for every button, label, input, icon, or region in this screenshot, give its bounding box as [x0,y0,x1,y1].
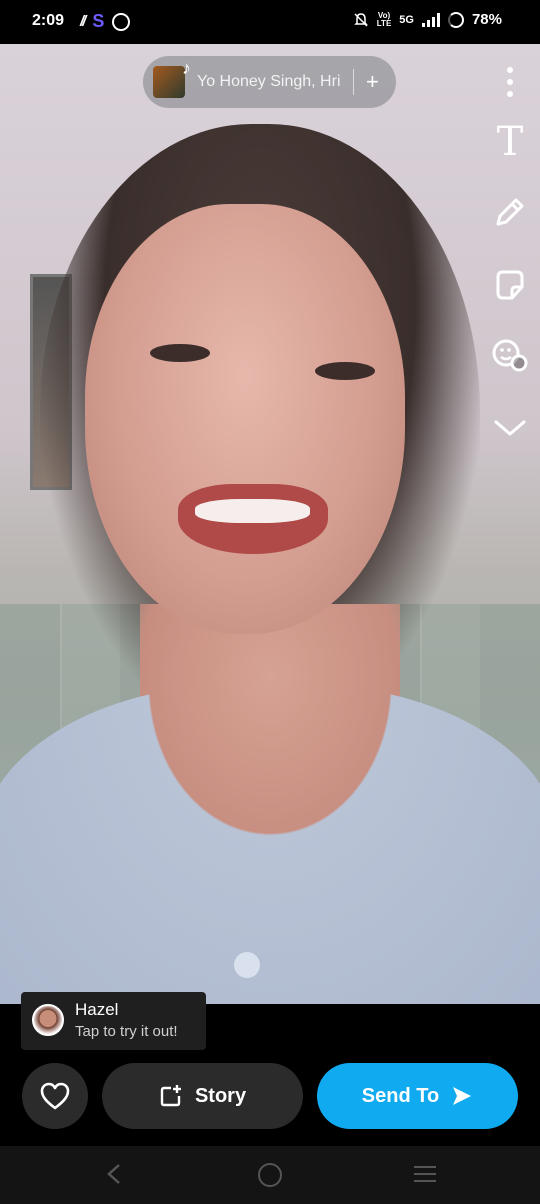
music-note-icon: ♪ [182,58,191,78]
music-divider [353,69,354,95]
shirt-button [234,952,260,978]
sticker-icon[interactable] [490,265,530,305]
lens-name: Hazel [75,1000,119,1019]
battery-level: 78% [471,11,502,28]
music-chip[interactable]: ♪ Yo Honey Singh, Hri + [143,56,396,108]
subject-eye-right [315,362,375,380]
app-s-icon: S [92,11,105,31]
whatsapp-icon [112,12,131,31]
signal-icon [421,12,440,27]
album-art: ♪ [153,58,191,98]
favorite-button[interactable] [22,1063,88,1129]
nfc-icon: // [80,13,87,30]
action-bar: Story Send To [0,1050,540,1146]
heart-icon [40,1082,70,1110]
pencil-icon[interactable] [490,192,530,232]
mute-bell-icon [353,12,368,27]
lens-avatar [32,1004,64,1036]
recents-icon[interactable] [414,1166,436,1187]
send-to-button[interactable]: Send To [317,1063,518,1129]
system-nav-bar [0,1146,540,1204]
system-icons: Vo) LTE 5G 78% [353,11,502,28]
subject-shirt [0,684,540,1004]
battery-icon [447,11,464,28]
chevron-down-icon[interactable] [490,408,530,448]
lens-emoji-icon[interactable] [490,335,530,375]
status-bar: 2:09 // S Vo) LTE 5G 78% [0,0,540,44]
add-music-button[interactable]: + [366,71,379,93]
network-type: 5G [399,13,414,26]
send-arrow-icon [453,1087,472,1105]
back-icon[interactable] [104,1162,124,1186]
subject-face [85,204,405,634]
status-time: 2:09 [32,12,65,29]
music-title: Yo Honey Singh, Hri [197,73,341,90]
lens-hint-text: Tap to try it out! [75,1023,178,1040]
notification-icons: // S [80,11,131,32]
story-button[interactable]: Story [102,1063,303,1129]
text-tool-icon[interactable]: T [490,119,530,165]
more-options-icon[interactable] [490,62,530,102]
send-to-label: Send To [361,1084,440,1107]
add-story-icon [160,1085,181,1107]
volte-indicator: Vo) LTE [376,10,392,28]
subject-eye-left [150,344,210,362]
story-label: Story [194,1084,247,1107]
lens-suggestion[interactable]: Hazel Tap to try it out! [21,992,206,1050]
home-icon[interactable] [258,1163,282,1187]
camera-preview[interactable] [0,44,540,1004]
subject-teeth [195,499,310,523]
